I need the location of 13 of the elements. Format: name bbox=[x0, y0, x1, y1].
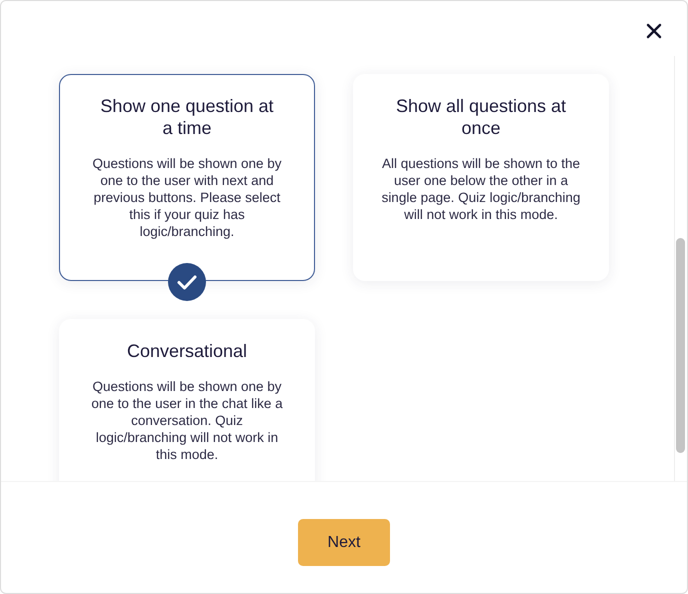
option-title: Show one question at a time bbox=[99, 95, 275, 139]
option-card[interactable]: Conversational Questions will be shown one by one to the user in the chat like a conversation. Quiz logic/branching will not work in this mode. bbox=[59, 319, 315, 481]
option-card[interactable]: Show one question at a time Questions will be shown one by one to the user with next and previous buttons. Please select this if your quiz has logic/branching. bbox=[59, 74, 315, 281]
option-title: Show all questions at once bbox=[394, 95, 568, 139]
option-description: Questions will be shown one by one to the user in the chat like a conversation. Quiz logic/branching will not work in this mode. bbox=[90, 378, 284, 463]
option-description: Questions will be shown one by one to the user with next and previous buttons. Please select this if your quiz has logic/branching. bbox=[91, 155, 283, 240]
check-icon bbox=[168, 263, 206, 301]
close-icon[interactable] bbox=[646, 22, 662, 38]
scrollbar[interactable] bbox=[674, 56, 685, 481]
option-card[interactable]: Show all questions at once All questions will be shown to the user one below the other in a single page. Quiz logic/branching will not work in this mode. bbox=[353, 74, 609, 281]
next-button[interactable]: Next bbox=[298, 519, 390, 566]
option-title: Conversational bbox=[126, 340, 248, 362]
option-description: All questions will be shown to the user one below the other in a single page. Quiz logic/branching will not work in this mode. bbox=[380, 155, 582, 223]
